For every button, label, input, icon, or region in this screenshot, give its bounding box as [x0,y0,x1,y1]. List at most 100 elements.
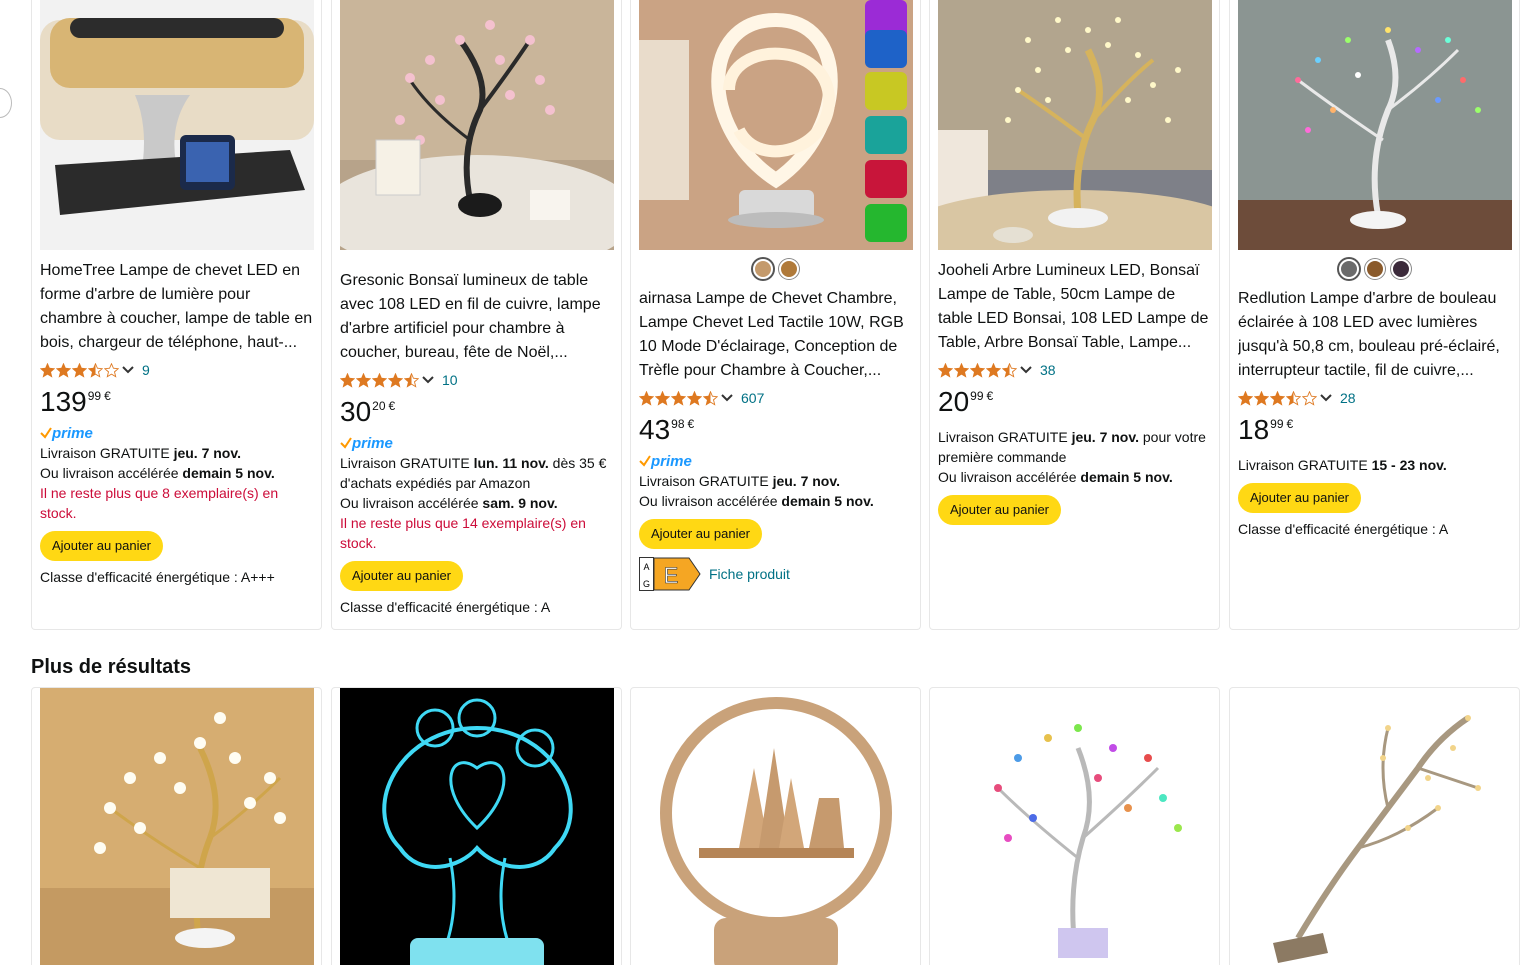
rating-row[interactable]: 9 [40,361,313,379]
fast-delivery-info: Ou livraison accélérée demain 5 nov. [40,465,275,481]
product-card: Redlution Lampe d'arbre de bouleau éclai… [1229,0,1520,630]
result-card[interactable] [331,687,622,965]
result-card[interactable] [31,687,322,965]
prime-label: prime [52,424,93,442]
add-to-cart-button[interactable]: Ajouter au panier [340,561,464,591]
price-fraction: 20 [372,399,386,413]
star-icon [1286,390,1301,406]
add-to-cart-button[interactable]: Ajouter au panier [1238,483,1362,513]
product-sheet-link[interactable]: Fiche produit [709,566,790,582]
star-rating [639,390,718,406]
add-to-cart-button[interactable]: Ajouter au panier [40,531,164,561]
star-icon [104,362,119,378]
delivery-info: Livraison GRATUITE jeu. 7 nov. pour votr… [938,429,1206,465]
color-swatch[interactable] [778,259,799,279]
price-currency: € [986,389,994,403]
review-count[interactable]: 38 [1040,362,1056,378]
price-currency: € [104,389,111,403]
prime-label: prime [352,434,393,452]
review-count[interactable]: 607 [741,390,764,406]
rating-row[interactable]: 38 [938,361,1211,379]
star-icon [404,372,419,388]
delivery-info: Livraison GRATUITE lun. 11 nov. dès 35 €… [340,455,607,491]
product-title[interactable]: Gresonic Bonsaï lumineux de table avec 1… [340,269,613,365]
product-image[interactable] [340,688,614,965]
product-title[interactable]: HomeTree Lampe de chevet LED en forme d'… [40,259,313,355]
chevron-down-icon[interactable] [1320,394,1332,402]
star-icon [340,372,355,388]
check-icon [639,455,651,467]
prime-badge: prime [340,433,613,453]
price-whole: 20 [938,386,970,417]
price-fraction: 99 [1270,417,1284,431]
fast-delivery-info: Ou livraison accélérée demain 5 nov. [639,493,874,509]
result-card[interactable] [630,687,921,965]
color-swatch[interactable] [1338,259,1359,279]
energy-scale-top: A [643,562,649,572]
color-swatch[interactable] [752,259,773,279]
color-swatches [1238,259,1511,281]
price-fraction: 99 [87,389,102,403]
stock-notice: Il ne reste plus que 8 exemplaire(s) en … [40,485,279,521]
color-swatches [639,259,912,281]
energy-label-badge[interactable]: A G E [639,557,701,591]
product-title[interactable]: Redlution Lampe d'arbre de bouleau éclai… [1238,287,1511,383]
price-whole: 139 [40,386,87,417]
review-count[interactable]: 9 [142,362,150,378]
product-title[interactable]: Jooheli Arbre Lumineux LED, Bonsaï Lampe… [938,259,1211,355]
price[interactable]: 18 99 € [1238,415,1511,445]
price-currency: € [687,417,695,431]
energy-label-row: A G E Fiche produit [639,557,912,591]
add-to-cart-button[interactable]: Ajouter au panier [639,519,763,549]
product-card: airnasa Lampe de Chevet Chambre, Lampe C… [630,0,921,630]
star-icon [671,390,686,406]
rating-row[interactable]: 607 [639,389,912,407]
product-image[interactable] [40,0,314,250]
star-icon [655,390,670,406]
star-icon [372,372,387,388]
color-swatch[interactable] [1390,259,1411,279]
product-image[interactable] [40,688,314,965]
star-icon [938,362,953,378]
rating-row[interactable]: 28 [1238,389,1511,407]
delivery-info: Livraison GRATUITE 15 - 23 nov. [1238,457,1447,473]
star-rating [40,362,119,378]
check-icon [40,427,52,439]
chevron-down-icon[interactable] [1020,366,1032,374]
product-image[interactable] [1238,0,1512,250]
price[interactable]: 30 20 € [340,397,613,427]
energy-class-letter: E [664,563,679,588]
review-count[interactable]: 28 [1340,390,1356,406]
price[interactable]: 43 98 € [639,415,912,445]
rating-row[interactable]: 10 [340,371,613,389]
price[interactable]: 139 99 € [40,387,313,417]
result-card[interactable] [929,687,1220,965]
review-count[interactable]: 10 [442,372,458,388]
chevron-down-icon[interactable] [422,376,434,384]
energy-class: Classe d'efficacité énergétique : A [1238,521,1449,537]
product-image[interactable] [1238,688,1512,965]
carousel-prev-button[interactable] [0,88,12,118]
result-card[interactable] [1229,687,1520,965]
star-icon [1302,390,1317,406]
prime-badge: prime [639,451,912,471]
prime-badge: prime [40,423,313,443]
add-to-cart-button[interactable]: Ajouter au panier [938,495,1062,525]
star-icon [356,372,371,388]
color-swatch[interactable] [1364,259,1385,279]
delivery-info: Livraison GRATUITE jeu. 7 nov. [40,445,241,461]
fast-delivery-info: Ou livraison accélérée demain 5 nov. [938,469,1173,485]
price[interactable]: 20 99 € [938,387,1211,417]
product-image[interactable] [938,0,1212,250]
chevron-down-icon[interactable] [721,394,733,402]
product-image[interactable] [639,0,913,250]
star-icon [56,362,71,378]
star-rating [340,372,419,388]
product-image[interactable] [639,688,913,965]
section-title: Plus de résultats [31,656,192,678]
product-title[interactable]: airnasa Lampe de Chevet Chambre, Lampe C… [639,287,912,383]
chevron-down-icon[interactable] [122,366,134,374]
product-image[interactable] [340,0,614,250]
energy-class: Classe d'efficacité énergétique : A [340,599,551,615]
product-image[interactable] [938,688,1212,965]
